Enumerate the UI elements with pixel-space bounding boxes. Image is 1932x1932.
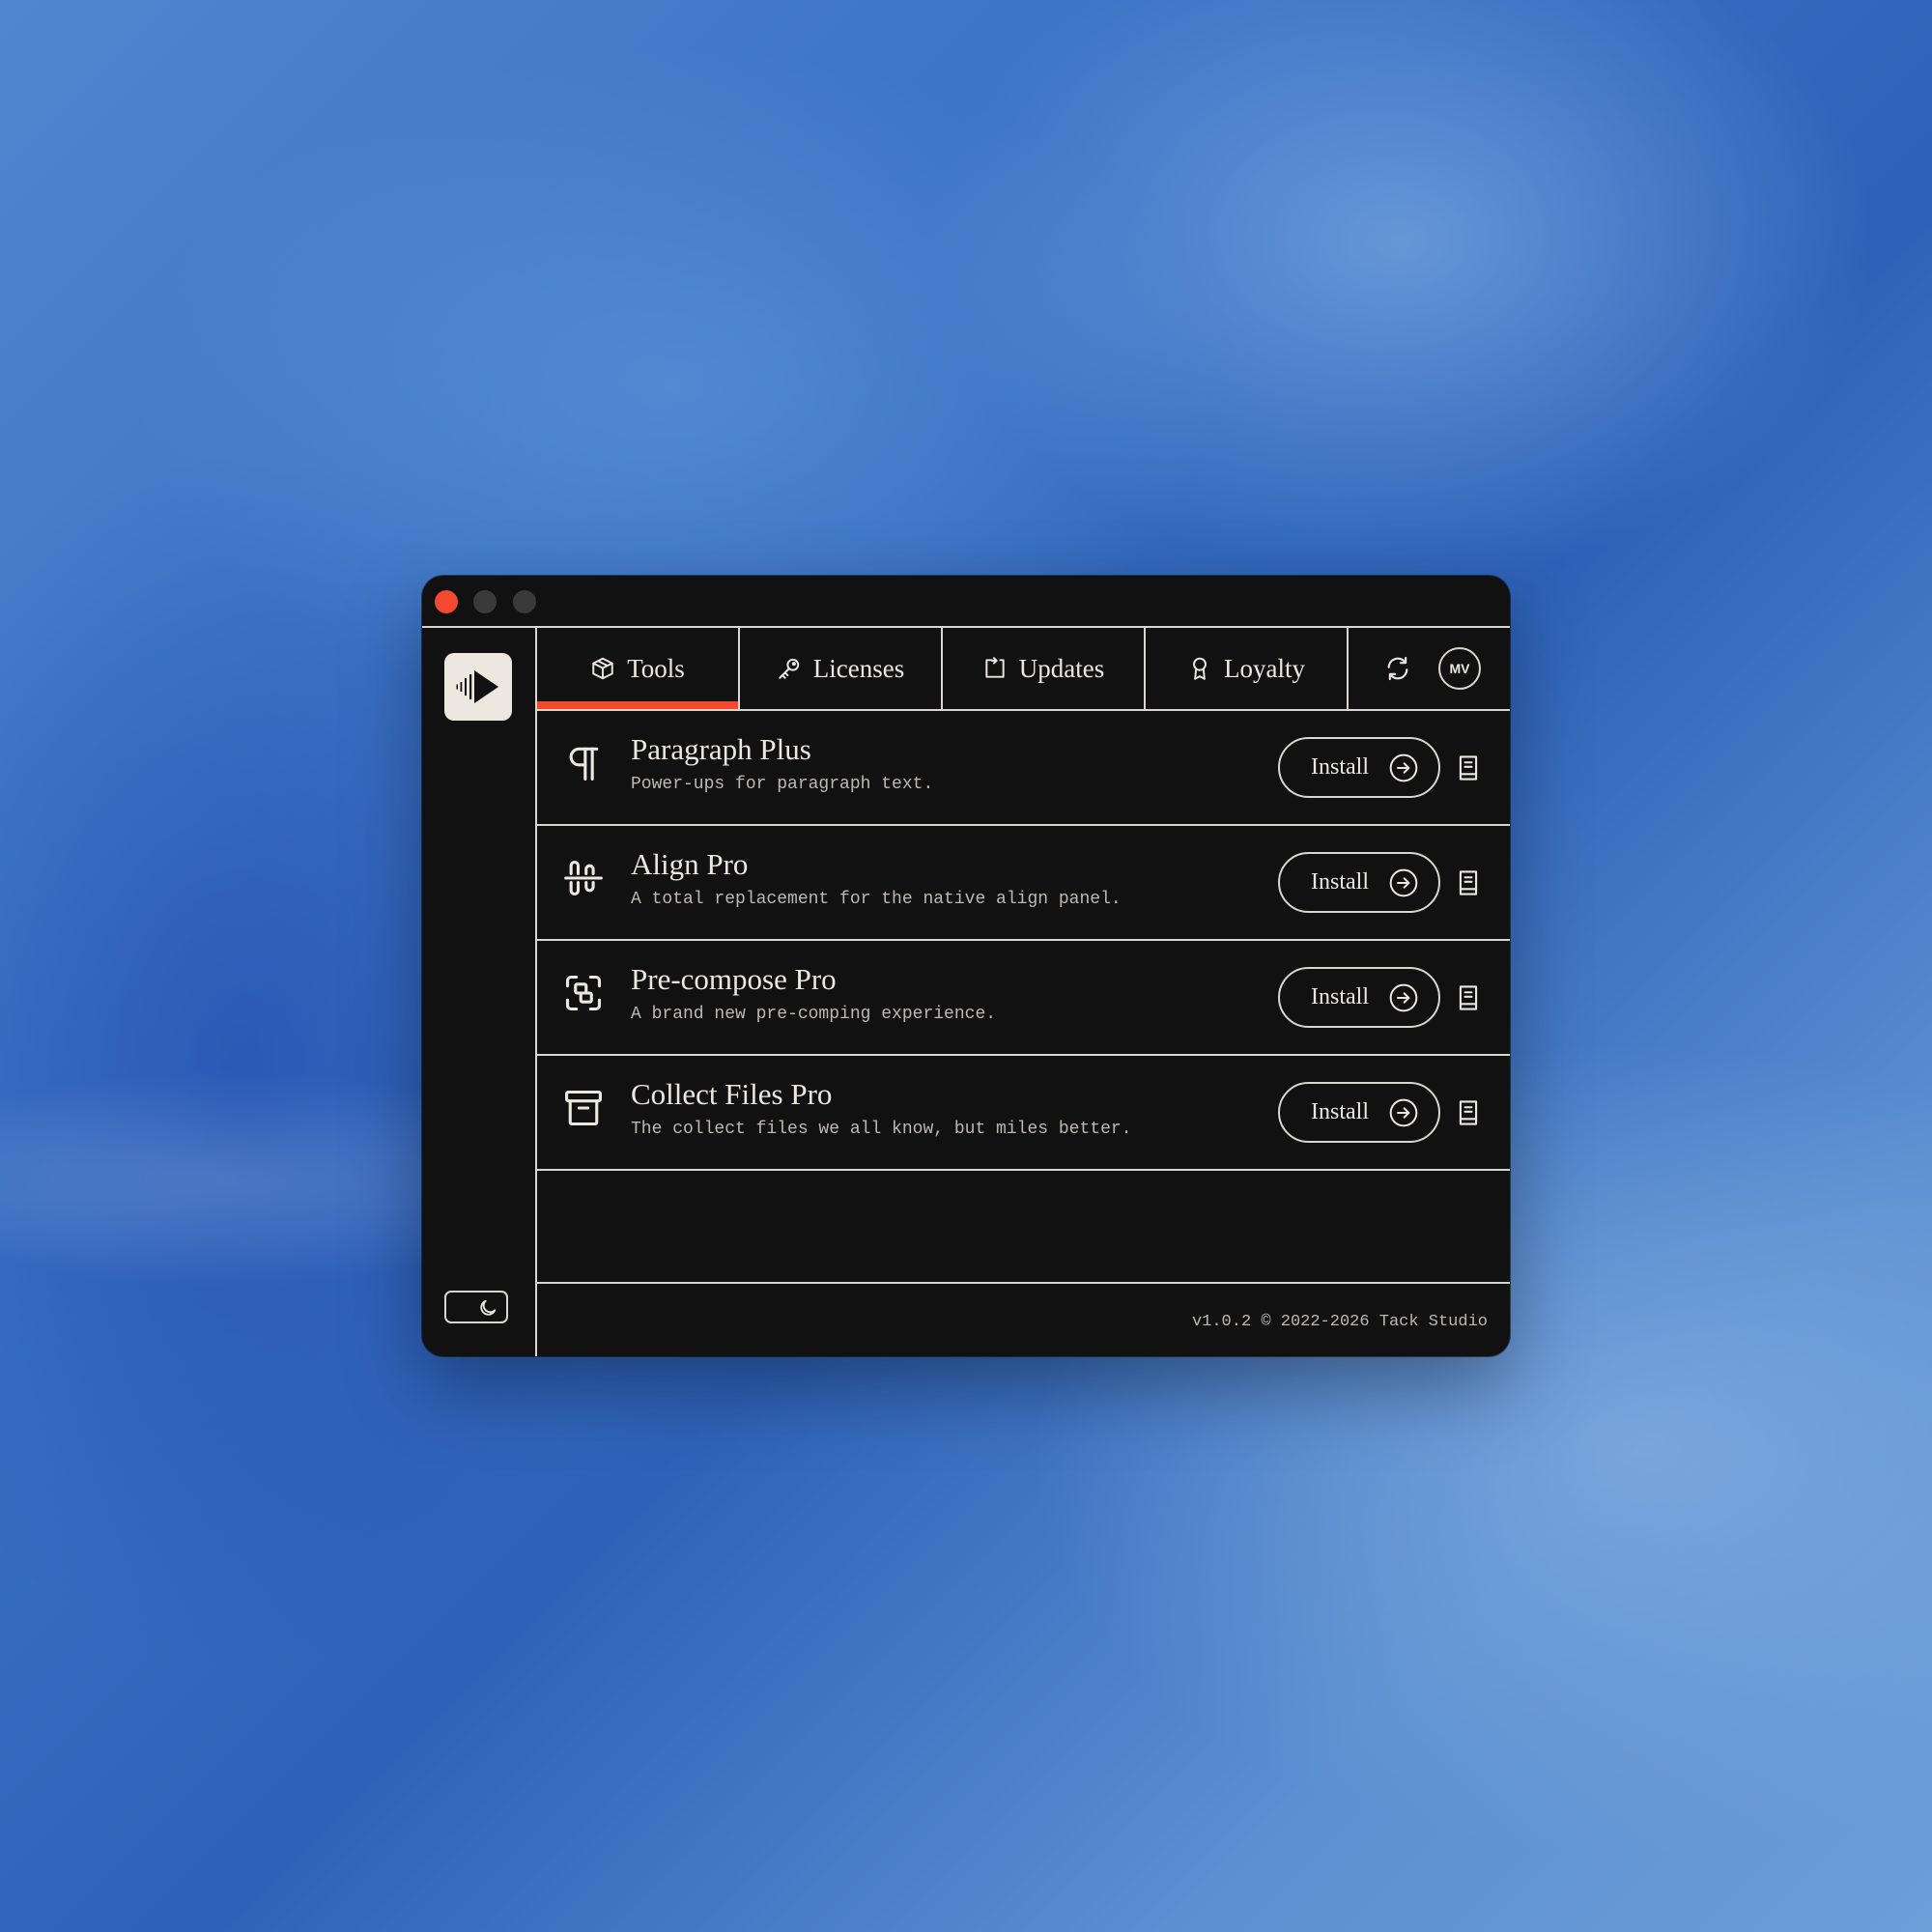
- docs-button[interactable]: [1455, 983, 1482, 1012]
- install-label: Install: [1311, 869, 1369, 895]
- install-button[interactable]: Install: [1278, 967, 1440, 1028]
- tab-label: Licenses: [812, 653, 905, 683]
- user-avatar[interactable]: MV: [1438, 647, 1481, 690]
- tool-description: A total replacement for the native align…: [631, 890, 1122, 909]
- footer: v1.0.2 © 2022-2026 Tack Studio: [537, 1282, 1510, 1356]
- moon-icon: [480, 1299, 497, 1316]
- book-icon: [1459, 870, 1478, 895]
- tab-label: Tools: [627, 653, 685, 683]
- tool-row-align-pro: Align Pro A total replacement for the na…: [537, 826, 1510, 941]
- tab-bar: Tools Licenses Updates Loyalty MV: [537, 628, 1510, 711]
- refresh-icon: [1387, 656, 1408, 681]
- docs-button[interactable]: [1455, 868, 1482, 897]
- archive-icon: [562, 1087, 605, 1129]
- tool-description: Power-ups for paragraph text.: [631, 775, 934, 794]
- book-icon: [1459, 1100, 1478, 1125]
- tool-title: Align Pro: [631, 847, 749, 881]
- book-icon: [1459, 985, 1478, 1010]
- avatar-initials: MV: [1449, 661, 1470, 676]
- minimize-window-button[interactable]: [473, 590, 497, 613]
- install-button[interactable]: Install: [1278, 852, 1440, 913]
- tools-list: Paragraph Plus Power-ups for paragraph t…: [537, 711, 1510, 1171]
- key-icon: [777, 656, 802, 681]
- app-window: Tools Licenses Updates Loyalty MV Paragr…: [422, 576, 1510, 1356]
- arrow-right-circle-icon: [1388, 1097, 1419, 1128]
- award-icon: [1187, 656, 1212, 681]
- install-label: Install: [1311, 754, 1369, 780]
- tab-tools[interactable]: Tools: [537, 628, 740, 709]
- install-button[interactable]: Install: [1278, 737, 1440, 798]
- cube-icon: [590, 656, 615, 681]
- tool-row-paragraph-plus: Paragraph Plus Power-ups for paragraph t…: [537, 711, 1510, 826]
- pilcrow-icon: [562, 742, 605, 784]
- tool-title: Collect Files Pro: [631, 1077, 833, 1111]
- app-logo-icon[interactable]: [444, 653, 512, 721]
- docs-button[interactable]: [1455, 1098, 1482, 1127]
- tool-row-pre-compose-pro: Pre-compose Pro A brand new pre-comping …: [537, 941, 1510, 1056]
- install-button[interactable]: Install: [1278, 1082, 1440, 1143]
- tab-label: Loyalty: [1224, 653, 1305, 683]
- refresh-button[interactable]: [1378, 649, 1417, 688]
- tool-title: Pre-compose Pro: [631, 962, 837, 996]
- align-icon: [562, 857, 605, 899]
- version-copyright: v1.0.2 © 2022-2026 Tack Studio: [1191, 1313, 1488, 1331]
- sidebar: [422, 628, 537, 1356]
- theme-toggle[interactable]: [444, 1291, 508, 1323]
- tab-loyalty[interactable]: Loyalty: [1146, 628, 1349, 709]
- docs-button[interactable]: [1455, 753, 1482, 782]
- tool-row-collect-files-pro: Collect Files Pro The collect files we a…: [537, 1056, 1510, 1171]
- update-icon: [982, 656, 1008, 681]
- close-window-button[interactable]: [435, 590, 458, 613]
- arrow-right-circle-icon: [1388, 753, 1419, 783]
- install-label: Install: [1311, 1099, 1369, 1124]
- tool-title: Paragraph Plus: [631, 732, 811, 766]
- maximize-window-button[interactable]: [513, 590, 536, 613]
- precompose-icon: [562, 972, 605, 1014]
- tool-description: The collect files we all know, but miles…: [631, 1120, 1132, 1139]
- title-bar: [422, 576, 1510, 628]
- tab-licenses[interactable]: Licenses: [740, 628, 943, 709]
- tool-description: A brand new pre-comping experience.: [631, 1005, 997, 1024]
- arrow-right-circle-icon: [1388, 982, 1419, 1013]
- book-icon: [1459, 755, 1478, 781]
- tab-updates[interactable]: Updates: [943, 628, 1146, 709]
- install-label: Install: [1311, 984, 1369, 1009]
- arrow-right-circle-icon: [1388, 867, 1419, 898]
- tab-label: Updates: [1018, 653, 1105, 683]
